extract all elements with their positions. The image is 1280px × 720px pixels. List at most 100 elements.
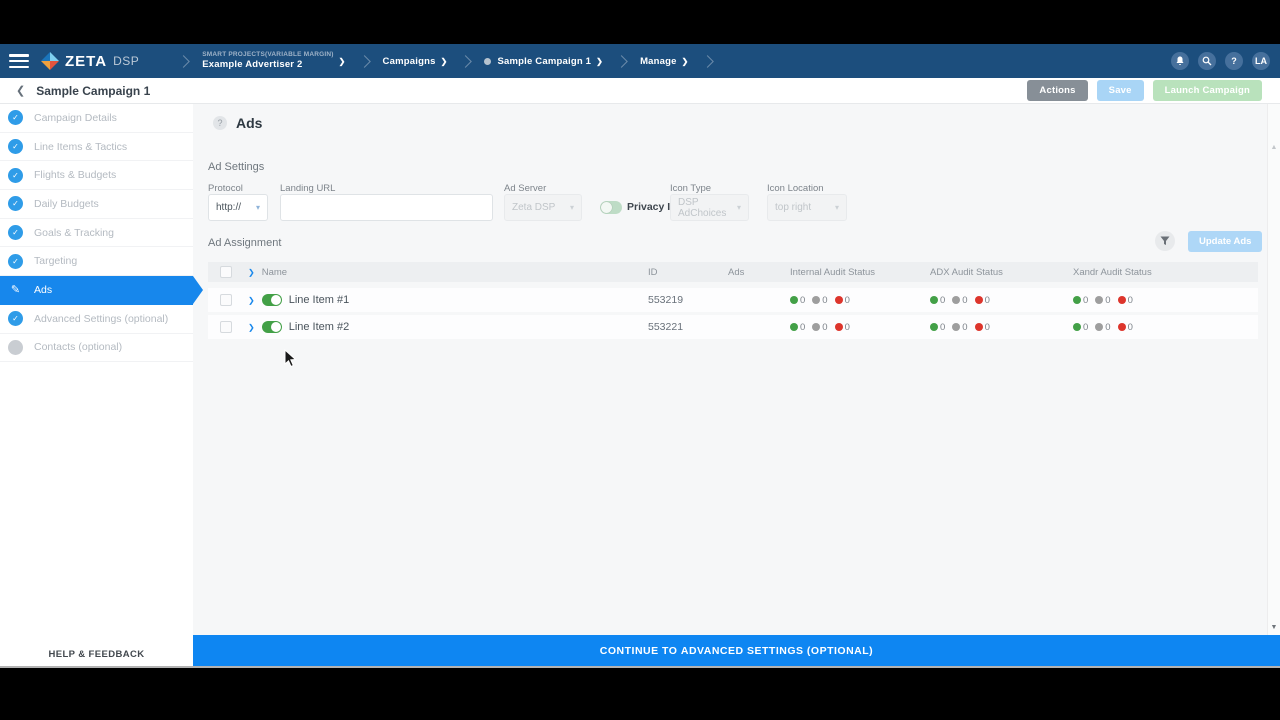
status-count: 0 xyxy=(1105,295,1110,306)
sidebar-item-advanced-settings[interactable]: ✓ Advanced Settings (optional) xyxy=(0,305,193,334)
xandr-audit-status: 0 0 0 xyxy=(1073,322,1133,333)
sidebar-item-label: Contacts (optional) xyxy=(34,341,122,353)
column-header-name: Name xyxy=(262,267,287,278)
breadcrumb-manage[interactable]: Manage ❯ xyxy=(640,56,688,67)
filter-button[interactable] xyxy=(1155,231,1175,251)
select-all-checkbox[interactable] xyxy=(220,266,232,278)
gray-status-dot xyxy=(1095,296,1103,304)
column-header-id: ID xyxy=(648,267,658,278)
brand-name: ZETA xyxy=(65,53,107,70)
status-count: 0 xyxy=(822,322,827,333)
brand-logo[interactable]: ZETA DSP xyxy=(41,52,139,70)
expand-chevron-icon[interactable]: ❯ xyxy=(248,296,255,305)
ad-server-value: Zeta DSP xyxy=(512,202,555,213)
protocol-value: http:// xyxy=(216,202,241,213)
launch-campaign-button[interactable]: Launch Campaign xyxy=(1153,80,1262,101)
status-count: 0 xyxy=(800,322,805,333)
privacy-icon-toggle[interactable] xyxy=(600,201,622,214)
ad-server-select[interactable]: Zeta DSP ▾ xyxy=(504,194,582,221)
top-nav-icons: ? LA xyxy=(1171,52,1270,70)
filter-funnel-icon xyxy=(1160,236,1170,246)
sidebar-item-label: Advanced Settings (optional) xyxy=(34,313,168,325)
question-icon: ? xyxy=(1231,56,1237,66)
line-item-enabled-toggle[interactable] xyxy=(262,294,282,306)
save-button[interactable]: Save xyxy=(1097,80,1144,101)
update-ads-button[interactable]: Update Ads xyxy=(1188,231,1262,252)
sidebar-item-ads[interactable]: ✎ Ads xyxy=(0,276,193,305)
gray-status-dot xyxy=(812,296,820,304)
search-button[interactable] xyxy=(1198,52,1216,70)
row-checkbox[interactable] xyxy=(220,321,232,333)
column-header-internal-audit: Internal Audit Status xyxy=(790,267,875,278)
status-count: 0 xyxy=(962,322,967,333)
breadcrumb-separator xyxy=(177,55,190,68)
scroll-down-icon[interactable]: ▼ xyxy=(1268,624,1280,631)
breadcrumb-separator xyxy=(615,55,628,68)
status-count: 0 xyxy=(1083,322,1088,333)
sidebar-item-contacts[interactable]: Contacts (optional) xyxy=(0,334,193,363)
breadcrumb-separator xyxy=(358,55,371,68)
help-button[interactable]: ? xyxy=(1225,52,1243,70)
line-item-id: 553221 xyxy=(648,321,683,333)
check-circle-icon: ✓ xyxy=(8,196,23,211)
protocol-select[interactable]: http:// ▾ xyxy=(208,194,268,221)
check-circle-icon: ✓ xyxy=(8,225,23,240)
ad-assignment-title: Ad Assignment xyxy=(208,237,281,249)
table-row-line-item-2[interactable]: ❯ Line Item #2 553221 0 0 0 0 0 0 0 xyxy=(208,315,1258,339)
sidebar-item-label: Targeting xyxy=(34,255,77,267)
actions-button[interactable]: Actions xyxy=(1027,80,1087,101)
help-feedback-link[interactable]: HELP & FEEDBACK xyxy=(0,649,193,660)
expand-chevron-icon[interactable]: ❯ xyxy=(248,268,255,277)
icon-location-label: Icon Location xyxy=(767,183,824,194)
green-status-dot xyxy=(1073,296,1081,304)
check-circle-icon: ✓ xyxy=(8,168,23,183)
sidebar-item-goals-tracking[interactable]: ✓ Goals & Tracking xyxy=(0,219,193,248)
scroll-up-icon[interactable]: ▲ xyxy=(1268,144,1280,151)
continue-bar[interactable]: CONTINUE TO ADVANCED SETTINGS (OPTIONAL) xyxy=(193,635,1280,666)
breadcrumb-advertiser[interactable]: SMART PROJECTS(VARIABLE MARGIN) Example … xyxy=(202,51,345,71)
adx-audit-status: 0 0 0 xyxy=(930,322,990,333)
notifications-button[interactable] xyxy=(1171,52,1189,70)
sidebar-item-targeting[interactable]: ✓ Targeting xyxy=(0,247,193,276)
chevron-down-icon: ▾ xyxy=(256,203,260,212)
landing-url-input[interactable] xyxy=(288,201,485,214)
table-row-line-item-1[interactable]: ❯ Line Item #1 553219 0 0 0 0 0 0 0 xyxy=(208,288,1258,312)
sidebar-item-flights-budgets[interactable]: ✓ Flights & Budgets xyxy=(0,161,193,190)
status-count: 0 xyxy=(845,322,850,333)
line-item-enabled-toggle[interactable] xyxy=(262,321,282,333)
column-header-adx-audit: ADX Audit Status xyxy=(930,267,1003,278)
section-help-icon[interactable]: ? xyxy=(213,116,227,130)
sidebar-item-label: Campaign Details xyxy=(34,112,117,124)
sidebar-item-campaign-details[interactable]: ✓ Campaign Details xyxy=(0,104,193,133)
breadcrumb-campaigns[interactable]: Campaigns ❯ xyxy=(383,56,448,67)
icon-type-label: Icon Type xyxy=(670,183,711,194)
gray-status-dot xyxy=(952,323,960,331)
icon-location-select[interactable]: top right ▾ xyxy=(767,194,847,221)
chevron-down-icon: ▾ xyxy=(737,203,741,212)
status-count: 0 xyxy=(985,322,990,333)
campaign-steps-sidebar: ✓ Campaign Details ✓ Line Items & Tactic… xyxy=(0,104,193,666)
breadcrumb-campaign[interactable]: Sample Campaign 1 ❯ xyxy=(484,56,603,67)
hamburger-menu-icon[interactable] xyxy=(9,54,29,68)
red-status-dot xyxy=(835,323,843,331)
ad-server-label: Ad Server xyxy=(504,183,546,194)
expand-chevron-icon[interactable]: ❯ xyxy=(248,323,255,332)
back-button[interactable]: ❮ xyxy=(16,84,25,97)
letterbox-bottom xyxy=(0,668,1280,720)
vertical-scrollbar[interactable]: ▲ ▼ xyxy=(1267,104,1280,635)
letterbox-top xyxy=(0,0,1280,44)
icon-type-select[interactable]: DSP AdChoices ▾ xyxy=(670,194,749,221)
protocol-label: Protocol xyxy=(208,183,243,194)
check-circle-icon: ✓ xyxy=(8,139,23,154)
status-count: 0 xyxy=(822,295,827,306)
ads-panel: ? Ads Ad Settings Protocol http:// ▾ Lan… xyxy=(193,104,1280,635)
sidebar-item-daily-budgets[interactable]: ✓ Daily Budgets xyxy=(0,190,193,219)
avatar[interactable]: LA xyxy=(1252,52,1270,70)
sidebar-item-line-items-tactics[interactable]: ✓ Line Items & Tactics xyxy=(0,133,193,162)
breadcrumb-campaigns-label: Campaigns xyxy=(383,56,436,67)
status-count: 0 xyxy=(962,295,967,306)
internal-audit-status: 0 0 0 xyxy=(790,295,850,306)
status-dot-icon xyxy=(484,58,491,65)
row-checkbox[interactable] xyxy=(220,294,232,306)
landing-url-label: Landing URL xyxy=(280,183,335,194)
